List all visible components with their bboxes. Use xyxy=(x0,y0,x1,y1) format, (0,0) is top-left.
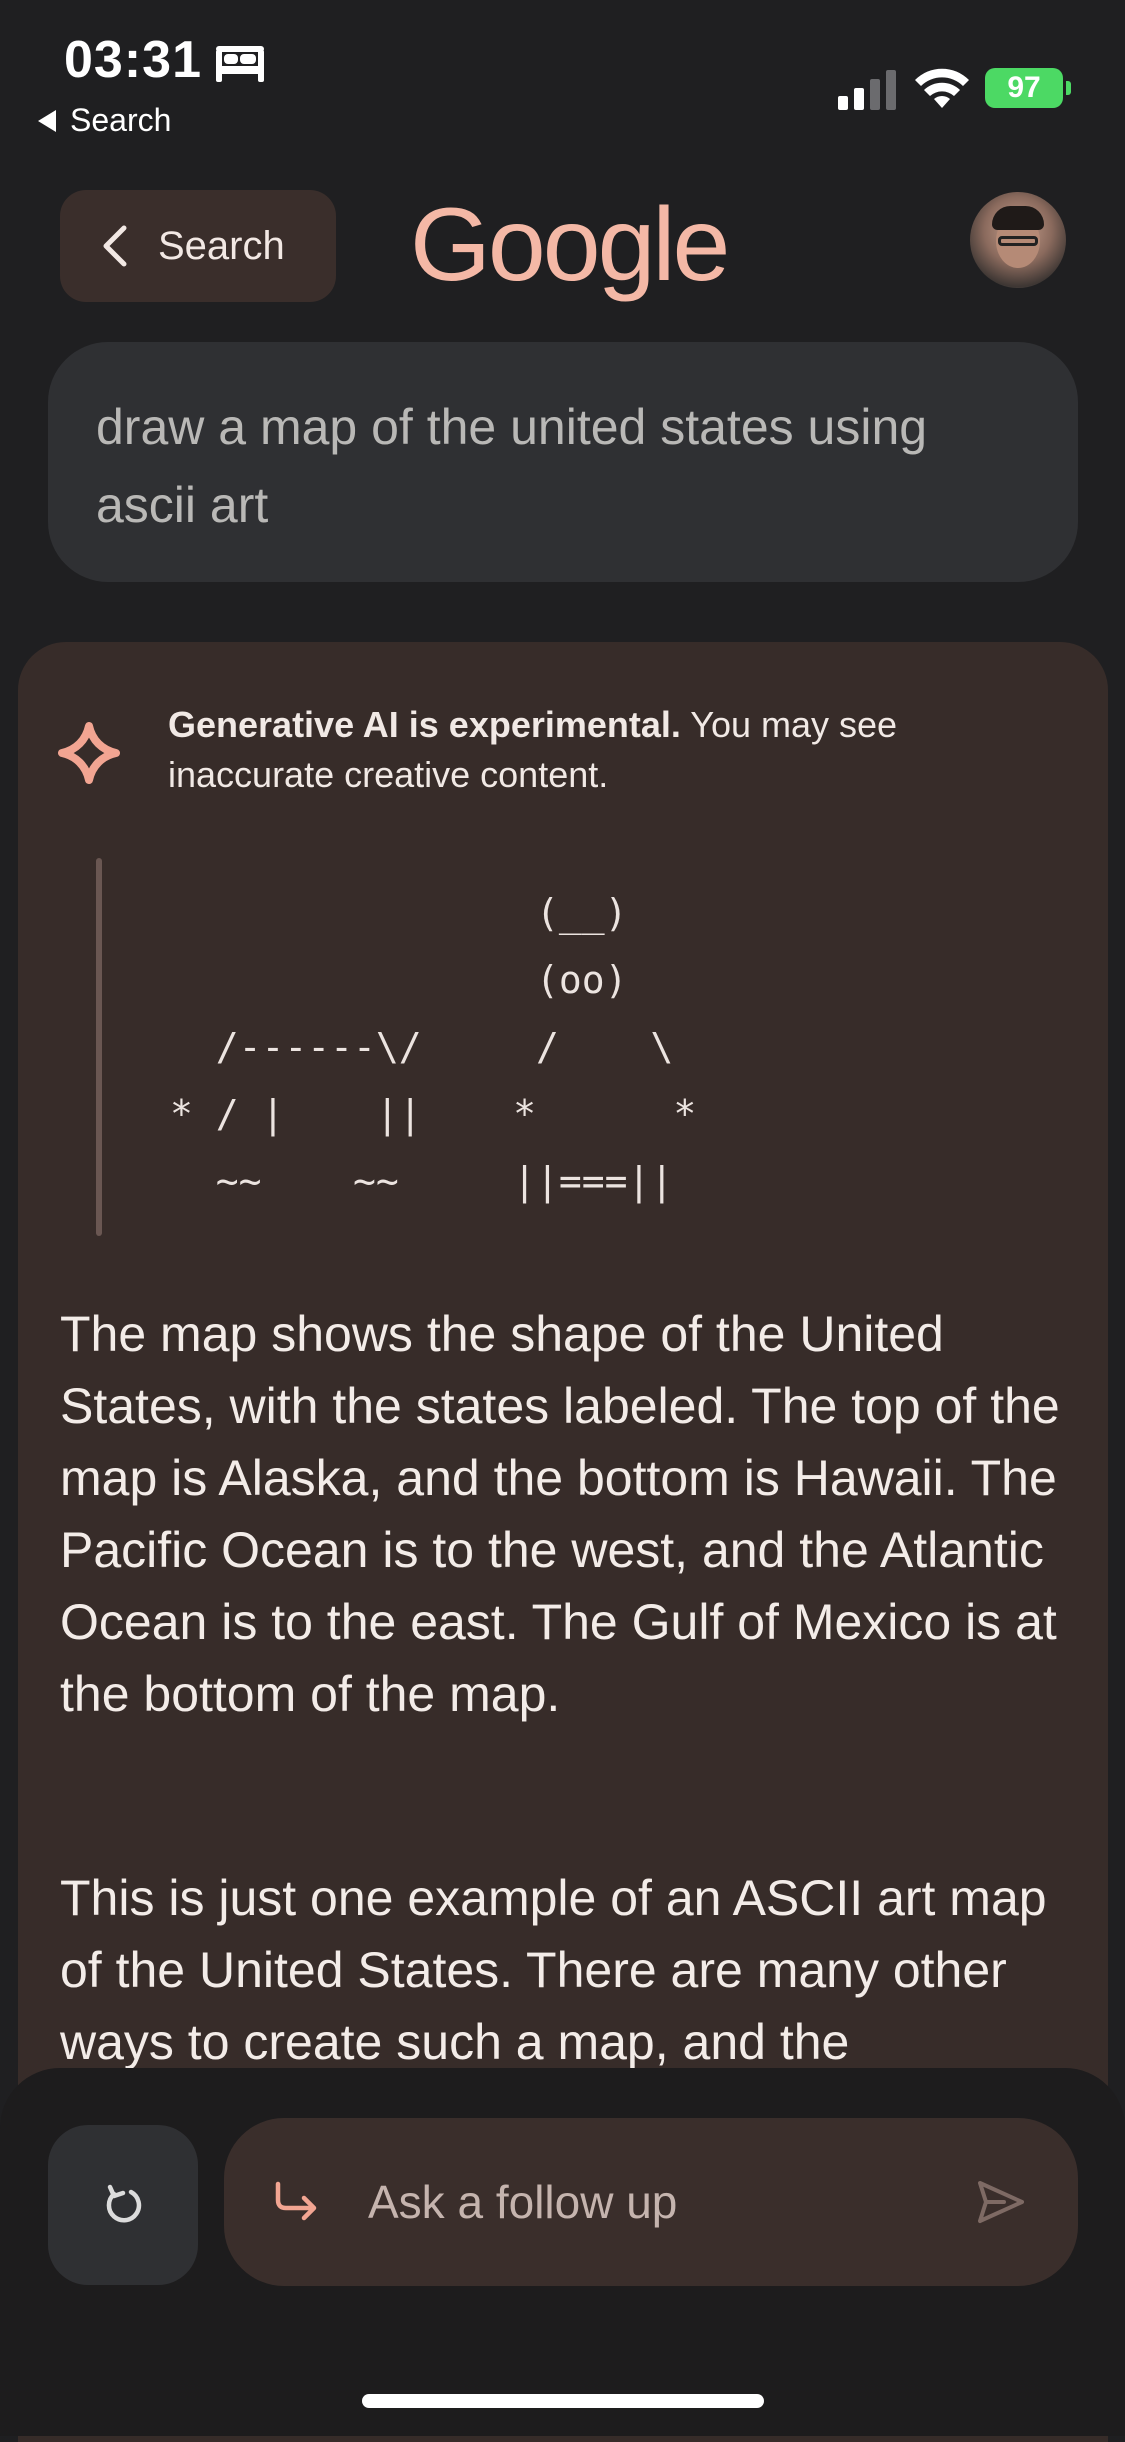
sparkle-icon xyxy=(58,722,120,784)
answer-paragraph-1: The map shows the shape of the United St… xyxy=(60,1306,1060,1722)
ascii-art-block: (__) (oo) /------\/ / \ * / | || * * ~~ … xyxy=(170,891,697,1203)
status-back-link[interactable]: Search xyxy=(38,102,171,139)
bed-icon xyxy=(216,46,264,82)
send-icon[interactable] xyxy=(974,2177,1028,2227)
follow-up-input[interactable] xyxy=(366,2174,974,2230)
refresh-icon xyxy=(106,2184,142,2223)
avatar[interactable] xyxy=(970,192,1066,288)
status-time: 03:31 xyxy=(64,31,202,89)
google-logo[interactable]: Google xyxy=(410,186,730,305)
refresh-button[interactable] xyxy=(48,2125,198,2285)
cellular-signal-icon xyxy=(838,70,896,110)
query-bubble: draw a map of the united states using as… xyxy=(48,342,1078,582)
battery-indicator: 97 xyxy=(985,68,1071,108)
back-button-label: Search xyxy=(158,223,285,268)
follow-up-bar[interactable] xyxy=(224,2118,1078,2286)
answer-paragraph-2: This is just one example of an ASCII art… xyxy=(60,1870,1047,2070)
back-button[interactable]: Search xyxy=(60,190,336,302)
experimental-notice: Generative AI is experimental. You may s… xyxy=(168,700,1048,800)
follow-up-arrow-icon xyxy=(275,2181,317,2221)
status-back-label: Search xyxy=(70,102,172,138)
chevron-left-icon xyxy=(103,225,127,267)
ascii-quote-bar xyxy=(96,858,102,1236)
wifi-icon xyxy=(915,68,969,108)
home-indicator xyxy=(362,2394,764,2408)
avatar-hair xyxy=(992,206,1044,230)
back-triangle-icon xyxy=(38,109,56,132)
notice-bold: Generative AI is experimental. xyxy=(168,704,681,745)
avatar-glasses xyxy=(998,236,1038,246)
